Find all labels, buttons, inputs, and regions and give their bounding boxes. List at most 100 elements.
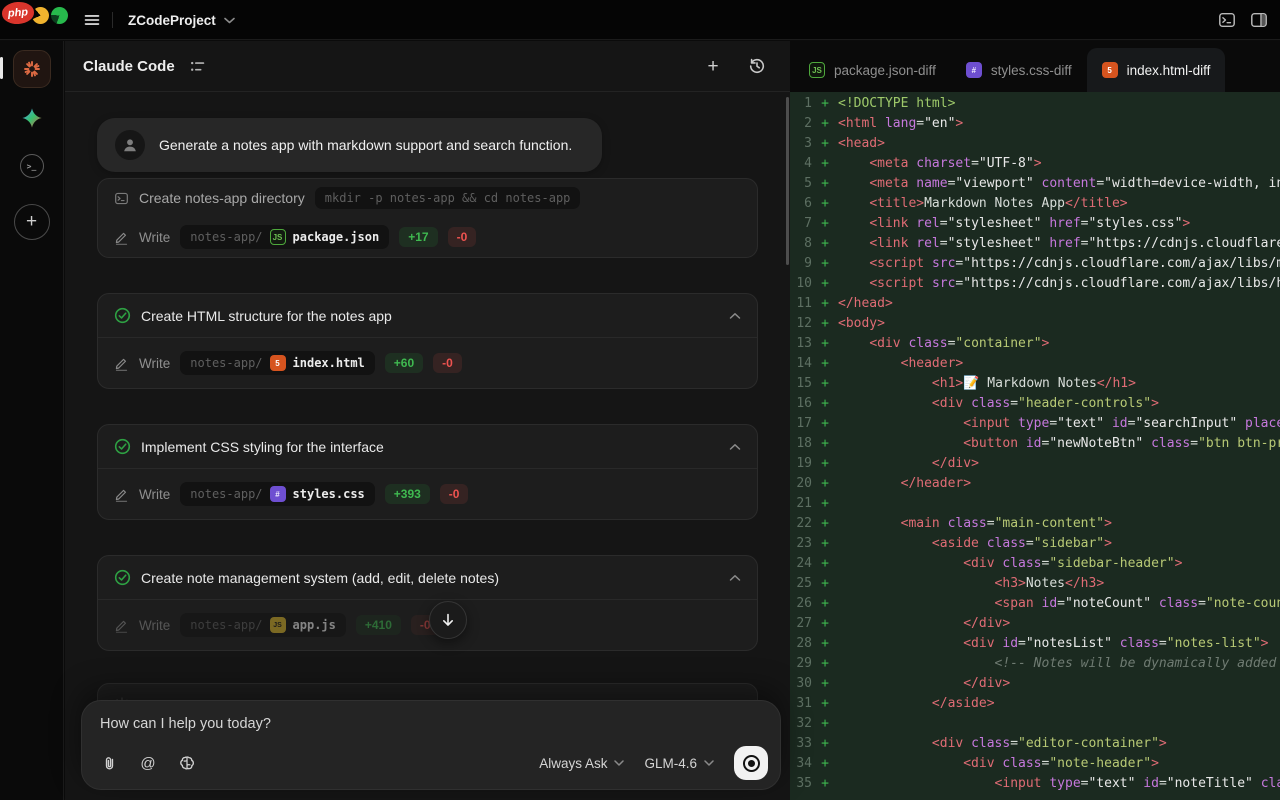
new-chat-icon[interactable]: + bbox=[704, 57, 722, 75]
code-text: <html lang="en"> bbox=[838, 114, 1280, 134]
task-title: Implement CSS styling for the interface bbox=[141, 439, 719, 455]
chevron-up-icon[interactable] bbox=[729, 312, 741, 320]
diff-line: 35 + <input type="text" id="noteTitle" c… bbox=[790, 774, 1280, 794]
diff-add-sign: + bbox=[812, 194, 838, 214]
diff-add-sign: + bbox=[812, 714, 838, 734]
diff-add-sign: + bbox=[812, 634, 838, 654]
lines-added-badge: +410 bbox=[356, 615, 401, 635]
file-type-icon: # bbox=[966, 62, 982, 78]
menu-icon[interactable] bbox=[82, 10, 102, 30]
diff-add-sign: + bbox=[812, 574, 838, 594]
history-icon[interactable] bbox=[748, 57, 766, 75]
scroll-to-bottom-button[interactable] bbox=[429, 601, 467, 639]
line-number: 35 bbox=[790, 774, 812, 794]
diff-add-sign: + bbox=[812, 234, 838, 254]
tab-package.json-diff[interactable]: JSpackage.json-diff bbox=[794, 48, 951, 92]
chevron-up-icon[interactable] bbox=[729, 574, 741, 582]
diff-add-sign: + bbox=[812, 374, 838, 394]
write-file-row[interactable]: Write notes-app/ JS package.json +17 -0 bbox=[98, 217, 757, 257]
project-selector[interactable]: ZCodeProject bbox=[128, 0, 235, 40]
chat-header: Claude Code + bbox=[65, 41, 790, 92]
gemini-gem-icon[interactable] bbox=[20, 106, 44, 130]
line-number: 3 bbox=[790, 134, 812, 154]
diff-line: 22 + <main class="main-content"> bbox=[790, 514, 1280, 534]
chat-scrollbar[interactable] bbox=[786, 97, 789, 265]
task-list-icon[interactable] bbox=[189, 58, 206, 75]
task-card-header[interactable]: Implement CSS styling for the interface bbox=[98, 425, 757, 468]
line-number: 15 bbox=[790, 374, 812, 394]
file-type-icon: 5 bbox=[1102, 62, 1118, 78]
paperclip-icon[interactable] bbox=[100, 754, 118, 772]
topbar-divider bbox=[112, 12, 113, 28]
pie-chart-icon bbox=[51, 7, 68, 24]
write-file-row[interactable]: Write notes-app/ JS app.js +410 -0 bbox=[98, 600, 757, 650]
message-input[interactable]: How can I help you today? bbox=[82, 701, 780, 732]
task-card: Implement CSS styling for the interface … bbox=[97, 424, 758, 520]
diff-add-sign: + bbox=[812, 474, 838, 494]
file-chip[interactable]: notes-app/ JS package.json bbox=[180, 225, 389, 249]
claude-starburst-icon[interactable] bbox=[13, 50, 51, 88]
file-name: styles.css bbox=[293, 487, 365, 501]
write-file-row[interactable]: Write notes-app/ 5 index.html +60 -0 bbox=[98, 338, 757, 388]
tab-styles.css-diff[interactable]: # styles.css-diff bbox=[951, 48, 1087, 92]
code-text bbox=[838, 714, 1280, 734]
line-number: 24 bbox=[790, 554, 812, 574]
line-number: 9 bbox=[790, 254, 812, 274]
terminal-panel-icon[interactable] bbox=[1218, 11, 1236, 29]
line-number: 6 bbox=[790, 194, 812, 214]
new-session-icon[interactable]: + bbox=[14, 204, 50, 240]
layout-right-icon[interactable] bbox=[1250, 11, 1268, 29]
line-number: 16 bbox=[790, 394, 812, 414]
line-number: 19 bbox=[790, 454, 812, 474]
diff-line: 25 + <h3>Notes</h3> bbox=[790, 574, 1280, 594]
command-row[interactable]: Create notes-app directory mkdir -p note… bbox=[98, 179, 757, 217]
app-root: php ZCodeProject bbox=[0, 0, 1280, 800]
code-text: </div> bbox=[838, 674, 1280, 694]
tab-label: styles.css-diff bbox=[991, 63, 1072, 78]
brain-icon[interactable] bbox=[178, 754, 196, 772]
chevron-up-icon[interactable] bbox=[729, 443, 741, 451]
plus-glyph: + bbox=[26, 211, 37, 233]
chevron-down-icon bbox=[614, 760, 624, 766]
mention-icon[interactable]: @ bbox=[139, 754, 157, 772]
code-text: <aside class="sidebar"> bbox=[838, 534, 1280, 554]
file-type-icon: 5 bbox=[270, 355, 286, 371]
code-text: <body> bbox=[838, 314, 1280, 334]
code-text: </aside> bbox=[838, 694, 1280, 714]
task-title: Create HTML structure for the notes app bbox=[141, 308, 719, 324]
pacman-icon bbox=[32, 7, 49, 24]
diff-line: 30 + </div> bbox=[790, 674, 1280, 694]
line-number: 14 bbox=[790, 354, 812, 374]
task-card-header[interactable]: Create HTML structure for the notes app bbox=[98, 294, 757, 337]
diff-add-sign: + bbox=[812, 294, 838, 314]
file-chip[interactable]: notes-app/ 5 index.html bbox=[180, 351, 375, 375]
line-number: 33 bbox=[790, 734, 812, 754]
tab-index.html-diff[interactable]: 5index.html-diff bbox=[1087, 48, 1226, 92]
topbar-actions bbox=[1218, 0, 1268, 40]
file-chip[interactable]: notes-app/ # styles.css bbox=[180, 482, 375, 506]
code-text: <main class="main-content"> bbox=[838, 514, 1280, 534]
file-dir: notes-app/ bbox=[190, 356, 262, 370]
file-type-icon: JS bbox=[270, 617, 286, 633]
file-chip[interactable]: notes-app/ JS app.js bbox=[180, 613, 346, 637]
write-file-row[interactable]: Write notes-app/ # styles.css +393 -0 bbox=[98, 469, 757, 519]
diff-line: 33 + <div class="editor-container"> bbox=[790, 734, 1280, 754]
line-number: 25 bbox=[790, 574, 812, 594]
permission-mode-select[interactable]: Always Ask bbox=[539, 756, 624, 771]
send-button[interactable] bbox=[734, 746, 768, 780]
code-text: <div class="editor-container"> bbox=[838, 734, 1280, 754]
lines-removed-badge: -0 bbox=[433, 353, 462, 373]
code-text: <h3>Notes</h3> bbox=[838, 574, 1280, 594]
task-card-header[interactable]: Create note management system (add, edit… bbox=[98, 556, 757, 599]
diff-add-sign: + bbox=[812, 514, 838, 534]
diff-code-view[interactable]: 1 + <!DOCTYPE html> 2 + <html lang="en">… bbox=[790, 92, 1280, 800]
diff-line: 4 + <meta charset="UTF-8"> bbox=[790, 154, 1280, 174]
model-select[interactable]: GLM-4.6 bbox=[644, 756, 714, 771]
terminal-circle-icon[interactable]: >_ bbox=[20, 154, 44, 178]
diff-add-sign: + bbox=[812, 434, 838, 454]
diff-line: 23 + <aside class="sidebar"> bbox=[790, 534, 1280, 554]
line-number: 30 bbox=[790, 674, 812, 694]
code-text: <script src="https://cdnjs.cloudflare.co… bbox=[838, 254, 1280, 274]
file-name: index.html bbox=[293, 356, 365, 370]
command-label: Create notes-app directory bbox=[139, 190, 305, 206]
